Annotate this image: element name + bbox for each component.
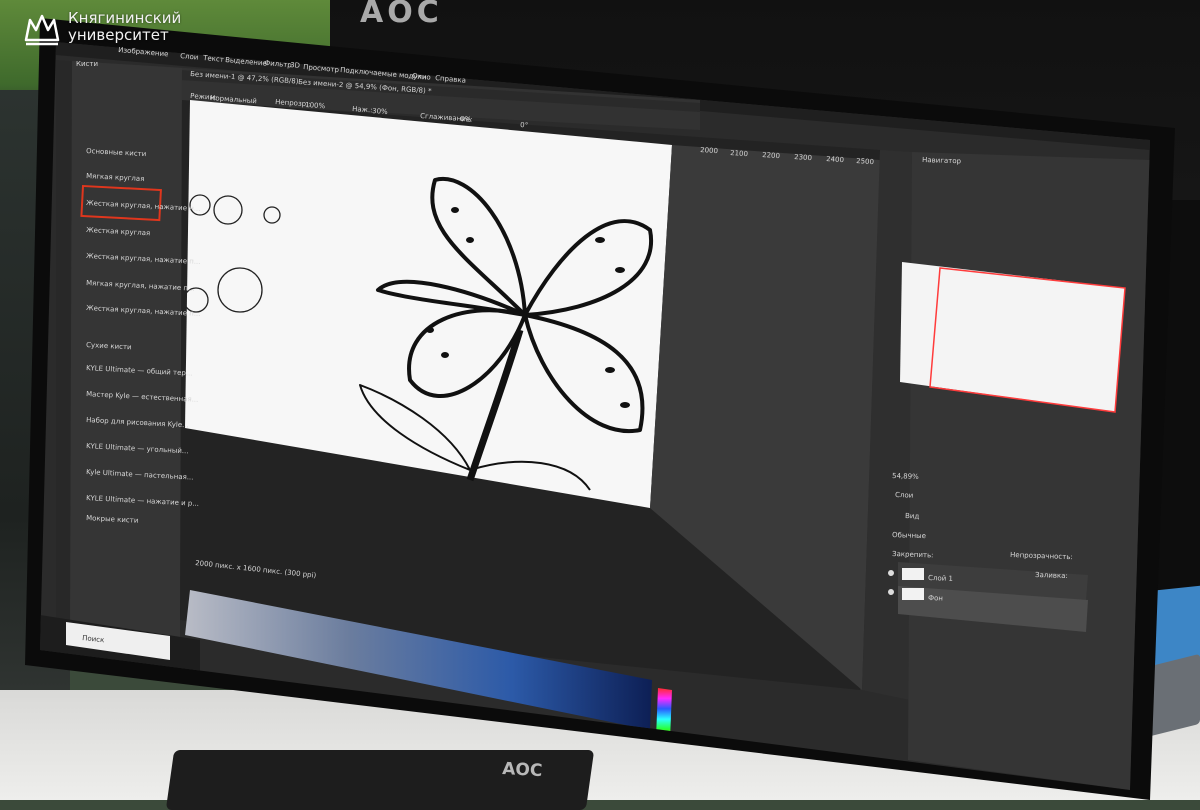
navigator-title[interactable]: Навигатор <box>922 156 962 165</box>
ruler-mark: 2100 <box>730 149 748 158</box>
layers-lock-label: Закрепить: <box>892 550 934 559</box>
layer-name[interactable]: Слой 1 <box>928 574 953 583</box>
menu-item[interactable]: Слои <box>180 52 199 62</box>
monitor-logo: AOC <box>502 759 543 781</box>
angle-value[interactable]: 0° <box>520 121 529 130</box>
ruler-mark: 2400 <box>826 155 844 164</box>
flow-value[interactable]: 30% <box>372 107 388 116</box>
brushes-panel-title: Кисти <box>76 60 98 68</box>
flow-label: Наж.: <box>352 105 373 114</box>
layers-kind[interactable]: Вид <box>905 512 920 520</box>
menu-item[interactable]: Окно <box>412 72 431 82</box>
ruler-mark: 2200 <box>762 151 780 160</box>
smoothing-value[interactable]: 0% <box>460 115 472 124</box>
layers-blend[interactable]: Обычные <box>892 531 926 540</box>
layer-name[interactable]: Фон <box>928 594 943 603</box>
layers-title[interactable]: Слои <box>895 491 913 500</box>
layer-thumb <box>902 568 924 580</box>
ruler-mark: 2000 <box>700 146 718 155</box>
ruler-mark: 2500 <box>856 157 874 166</box>
right-panels <box>908 152 1150 790</box>
navigator-zoom[interactable]: 54,89% <box>892 472 919 481</box>
eye-icon[interactable] <box>888 589 894 595</box>
crown-logo-icon <box>24 14 60 46</box>
layers-fill-label: Заливка: <box>1035 571 1068 580</box>
watermark-line-1: Княгининский <box>68 9 182 27</box>
university-watermark: Княгининский университет <box>68 10 181 44</box>
opacity-value[interactable]: 100% <box>305 101 326 110</box>
toolbar <box>56 60 72 650</box>
layer-thumb <box>902 588 924 600</box>
ruler-mark: 2300 <box>794 153 812 162</box>
menu-item[interactable]: 3D <box>290 61 301 70</box>
monitor: AOC Изображение Слои Текст Выделение Фил… <box>25 18 1175 800</box>
eye-icon[interactable] <box>888 570 894 576</box>
watermark-line-2: университет <box>68 26 169 44</box>
